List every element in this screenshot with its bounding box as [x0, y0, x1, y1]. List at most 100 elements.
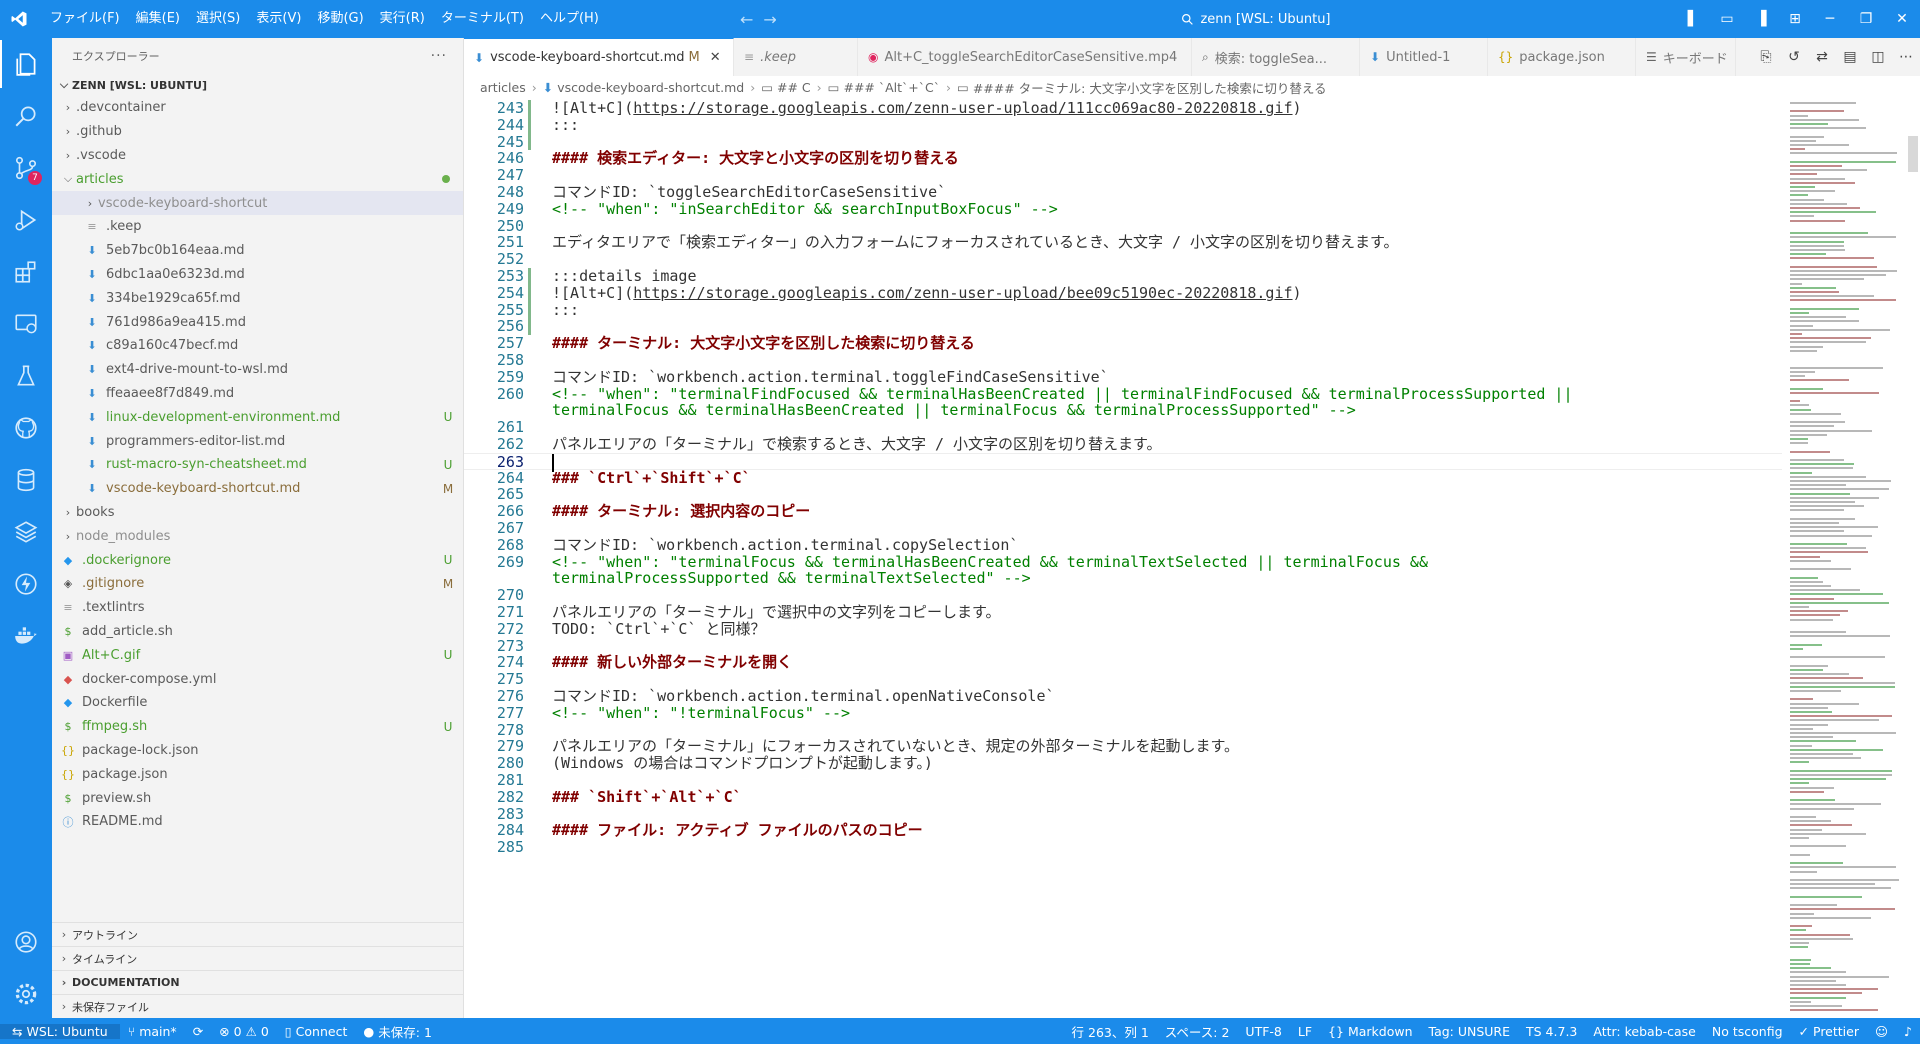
- code-line[interactable]: 283: [464, 805, 1782, 823]
- code-line[interactable]: 272 TODO: `Ctrl`+`C` と同様？: [464, 620, 1782, 638]
- tab-package-json[interactable]: {} package.json: [1488, 38, 1636, 76]
- open-preview-icon[interactable]: ⎘: [1752, 49, 1780, 65]
- scrollbar-thumb[interactable]: [1908, 136, 1918, 172]
- code-line[interactable]: 275: [464, 671, 1782, 688]
- tab-keep[interactable]: ≡ .keep: [734, 38, 858, 76]
- sync-icon[interactable]: ⟳: [185, 1024, 211, 1039]
- code-line[interactable]: terminalFocus && terminalHasBeenCreated …: [464, 402, 1782, 419]
- code-line[interactable]: 243 ![Alt+C](https://storage.googleapis.c…: [464, 100, 1782, 117]
- tree-file[interactable]: ⬇ 6dbc1aa0e6323d.md: [52, 263, 463, 287]
- tree-file[interactable]: ⬇ ext4-drive-mount-to-wsl.md: [52, 358, 463, 382]
- tree-file[interactable]: ≡ .textlintrs: [52, 596, 463, 620]
- menu-go[interactable]: 移動(G): [309, 0, 371, 38]
- code-line[interactable]: 274 #### 新しい外部ターミナルを開く: [464, 654, 1782, 671]
- breadcrumb-item[interactable]: #### ターミナル: 大文字小文字を区別した検索に切り替える: [973, 78, 1327, 97]
- extensions-icon[interactable]: [0, 248, 52, 296]
- code-line[interactable]: 285: [464, 839, 1782, 856]
- run-debug-icon[interactable]: [0, 196, 52, 244]
- menu-run[interactable]: 実行(R): [372, 0, 433, 38]
- tree-file[interactable]: ⬇ 334be1929ca65f.md: [52, 286, 463, 310]
- command-center[interactable]: zenn [WSL: Ubuntu]: [1060, 8, 1452, 30]
- tab-mp4-video[interactable]: ◉ Alt+C_toggleSearchEditorCaseSensitive.…: [858, 38, 1192, 76]
- tree-file[interactable]: ⬇ 761d986a9ea415.md: [52, 310, 463, 334]
- tree-file[interactable]: ▣ Alt+C.gif U: [52, 643, 463, 667]
- toggle-sidebar-icon[interactable]: ▌: [1676, 0, 1710, 38]
- code-line[interactable]: 251 エディタエリアで「検索エディター」の入力フォームにフォーカスされているとき…: [464, 234, 1782, 251]
- tree-file[interactable]: $ preview.sh: [52, 786, 463, 810]
- code-line[interactable]: 256: [464, 318, 1782, 335]
- customize-layout-icon[interactable]: ⊞: [1778, 0, 1812, 38]
- code-line[interactable]: 244:::: [464, 116, 1782, 134]
- connect-status[interactable]: ▯ Connect: [277, 1024, 356, 1039]
- nav-forward-icon[interactable]: →: [763, 10, 776, 29]
- settings-gear-icon[interactable]: [0, 970, 52, 1018]
- problems-status[interactable]: ⊗ 0 ⚠ 0: [211, 1024, 277, 1039]
- code-line[interactable]: terminalProcessSupported && terminalText…: [464, 570, 1782, 587]
- code-line[interactable]: 276 コマンドID: `workbench.action.terminal.op…: [464, 688, 1782, 705]
- tree-file[interactable]: ◈ .gitignore M: [52, 572, 463, 596]
- tag-status[interactable]: Tag: UNSURE: [1421, 1024, 1519, 1039]
- tab-search-editor[interactable]: ⌕ 検索: toggleSea...: [1192, 38, 1360, 76]
- code-line[interactable]: 270: [464, 587, 1782, 604]
- code-line[interactable]: 266 #### ターミナル: 選択内容のコピー: [464, 503, 1782, 520]
- tree-folder[interactable]: › .github: [52, 120, 463, 144]
- code-line[interactable]: 249 <!-- "when": "inSearchEditor && searc…: [464, 200, 1782, 218]
- code-line[interactable]: 260 <!-- "when": "terminalFindFocused && …: [464, 385, 1782, 403]
- close-tab-icon[interactable]: ✕: [710, 50, 721, 65]
- tree-file[interactable]: $ ffmpeg.sh U: [52, 715, 463, 739]
- tree-file[interactable]: ⬇ ffeaaee8f7d849.md: [52, 382, 463, 406]
- code-line[interactable]: 281: [464, 772, 1782, 789]
- menu-terminal[interactable]: ターミナル(T): [433, 0, 532, 38]
- breadcrumb-item[interactable]: ### `Alt`+`C`: [843, 80, 940, 95]
- code-line[interactable]: 280 (Windows の場合はコマンドプロンプトが起動します。): [464, 755, 1782, 772]
- code-line[interactable]: 250: [464, 217, 1782, 235]
- tab-keyboard-shortcuts[interactable]: ☰ キーボード: [1636, 38, 1736, 76]
- tree-folder[interactable]: › books: [52, 501, 463, 525]
- tree-folder[interactable]: › .vscode: [52, 144, 463, 168]
- code-line[interactable]: 254 ![Alt+C](https://storage.googleapis.c…: [464, 284, 1782, 302]
- menu-view[interactable]: 表示(V): [248, 0, 309, 38]
- code-line[interactable]: 246 #### 検索エディター: 大文字と小文字の区別を切り替える: [464, 150, 1782, 167]
- code-line[interactable]: 253:::details image: [464, 268, 1782, 285]
- code-line[interactable]: 259 コマンドID: `workbench.action.terminal.to…: [464, 368, 1782, 386]
- encoding[interactable]: UTF-8: [1237, 1024, 1289, 1039]
- menu-file[interactable]: ファイル(F): [42, 0, 128, 38]
- code-line[interactable]: 257 #### ターミナル: 大文字小文字を区別した検索に切り替える: [464, 335, 1782, 352]
- minimize-icon[interactable]: ─: [1812, 0, 1848, 38]
- preview-side-icon[interactable]: ▤: [1836, 49, 1864, 65]
- code-line[interactable]: 248 コマンドID: `toggleSearchEditorCaseSensit…: [464, 184, 1782, 201]
- layers-icon[interactable]: [0, 508, 52, 556]
- testing-icon[interactable]: [0, 352, 52, 400]
- close-window-icon[interactable]: ✕: [1884, 0, 1920, 38]
- documentation-section[interactable]: › DOCUMENTATION: [52, 970, 464, 994]
- code-line[interactable]: 284 #### ファイル: アクティブ ファイルのパスのコピー: [464, 822, 1782, 839]
- link-url[interactable]: https://storage.googleapis.com/zenn-user…: [633, 99, 1292, 117]
- restore-icon[interactable]: ❐: [1848, 0, 1884, 38]
- cursor-position[interactable]: 行 263、列 1: [1064, 1022, 1157, 1041]
- code-line[interactable]: 282 ### `Shift`+`Alt`+`C`: [464, 788, 1782, 806]
- code-editor[interactable]: 243 ![Alt+C](https://storage.googleapis.c…: [464, 98, 1920, 1018]
- toggle-secondary-sidebar-icon[interactable]: ▐: [1744, 0, 1778, 38]
- minimap[interactable]: [1784, 98, 1920, 1018]
- link-url[interactable]: https://storage.googleapis.com/zenn-user…: [633, 284, 1292, 302]
- code-line[interactable]: 267: [464, 520, 1782, 537]
- code-line[interactable]: 252: [464, 251, 1782, 268]
- code-line[interactable]: 245: [464, 133, 1782, 151]
- tree-file[interactable]: ⬇ rust-macro-syn-cheatsheet.md U: [52, 453, 463, 477]
- tree-file[interactable]: ⬇ 5eb7bc0b164eaa.md: [52, 239, 463, 263]
- code-line[interactable]: 271 パネルエリアの「ターミナル」で選択中の文字列をコピーします。: [464, 604, 1782, 621]
- tree-folder[interactable]: ⌵ articles: [52, 167, 463, 191]
- open-changes-icon[interactable]: ⇄: [1808, 49, 1836, 65]
- breadcrumb-item[interactable]: vscode-keyboard-shortcut.md: [557, 80, 744, 95]
- attr-case[interactable]: Attr: kebab-case: [1585, 1024, 1704, 1039]
- tab-untitled[interactable]: ⬇ Untitled-1: [1360, 38, 1488, 76]
- unsaved-files-section[interactable]: › 未保存ファイル: [52, 994, 464, 1018]
- code-line[interactable]: 277 <!-- "when": "!terminalFocus" -->: [464, 704, 1782, 722]
- code-line[interactable]: 247: [464, 167, 1782, 184]
- remote-indicator[interactable]: ⇆ WSL: Ubuntu: [0, 1023, 120, 1039]
- database-icon[interactable]: [0, 456, 52, 504]
- source-control-icon[interactable]: 7: [0, 144, 52, 192]
- notifications-bell-icon[interactable]: ♪: [1896, 1024, 1920, 1039]
- toggle-panel-icon[interactable]: ▭: [1710, 0, 1744, 38]
- github-icon[interactable]: [0, 404, 52, 452]
